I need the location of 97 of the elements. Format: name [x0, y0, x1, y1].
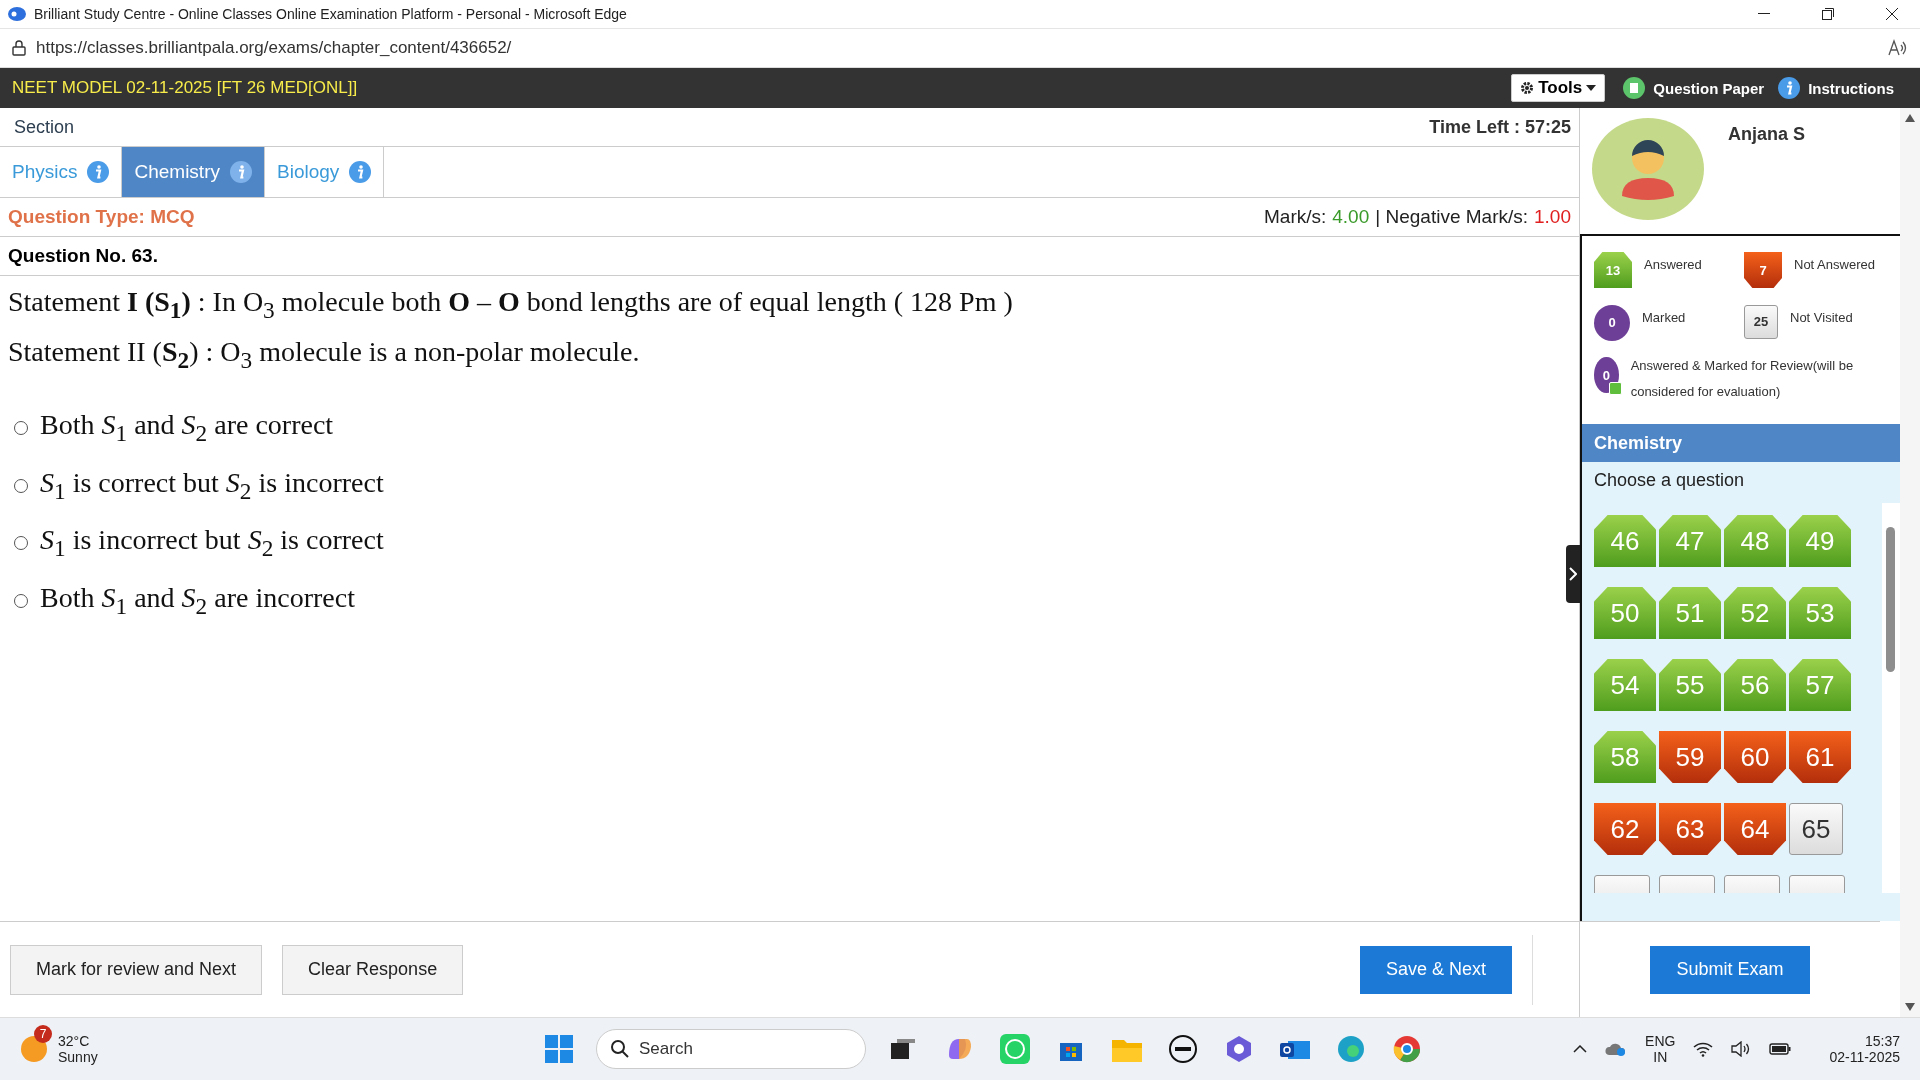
- question-button[interactable]: 65: [1789, 803, 1843, 855]
- close-icon: [1886, 8, 1898, 20]
- taskbar-search-field[interactable]: Search: [596, 1029, 866, 1069]
- status-label: Answered: [1644, 256, 1702, 274]
- question-type: Question Type: MCQ: [8, 206, 195, 228]
- question-button[interactable]: 57: [1789, 659, 1851, 711]
- question-button[interactable]: 47: [1659, 515, 1721, 567]
- address-field[interactable]: https://classes.brilliantpala.org/exams/chapter_content/436652/: [36, 38, 1878, 58]
- avatar-icon: [1592, 118, 1704, 220]
- info-icon: [1778, 77, 1801, 99]
- radio-button[interactable]: [14, 478, 28, 493]
- clear-response-button[interactable]: Clear Response: [282, 944, 464, 995]
- info-icon: [349, 161, 372, 183]
- question-button[interactable]: 62: [1594, 803, 1656, 855]
- section-label: Section: [13, 116, 75, 138]
- region-indicator[interactable]: IN: [1653, 1049, 1668, 1065]
- question-button[interactable]: 51: [1659, 587, 1721, 639]
- weather-condition: Sunny: [58, 1049, 98, 1065]
- option-text: Both S$_{1}$ and S$_{2}$ are correct: [40, 409, 334, 447]
- section-tab[interactable]: Chemistry: [122, 147, 265, 197]
- radio-button[interactable]: [14, 593, 28, 608]
- status-label: Not Visited: [1790, 308, 1853, 327]
- exam-title: NEET MODEL 02-11-2025 [FT 26 MED[ONL]]: [12, 78, 359, 98]
- read-aloud-icon[interactable]: [1888, 39, 1908, 57]
- chevron-up-icon[interactable]: [1573, 1045, 1588, 1053]
- question-button[interactable]: 61: [1789, 731, 1851, 783]
- scrollbar[interactable]: [1882, 503, 1900, 893]
- clock-date[interactable]: 02-11-2025: [1829, 1049, 1900, 1065]
- language-indicator[interactable]: ENG: [1645, 1033, 1676, 1049]
- wifi-icon[interactable]: [1693, 1041, 1714, 1057]
- negative-marks-value: 1.00: [1534, 206, 1571, 228]
- question-statement: Statement I (S$_{1}$) : In O$_{3}$ molecule both O – O bond lengths are of equal length ( 128 Pm ): [8, 286, 1014, 324]
- status-count-badge: 0: [1594, 357, 1619, 394]
- minimize-icon: [1758, 13, 1770, 15]
- status-count-badge: 13: [1594, 252, 1632, 288]
- question-button[interactable]: 53: [1789, 587, 1851, 639]
- option-text: S$_{1}$ is incorrect but S$_{2}$ is correct: [40, 524, 384, 562]
- scroll-up-icon[interactable]: [1905, 114, 1915, 122]
- palette-section-header: Chemistry: [1582, 424, 1900, 462]
- cloud-sync-icon[interactable]: [1605, 1041, 1628, 1057]
- question-button[interactable]: 58: [1594, 731, 1656, 783]
- status-label: Not Answered: [1794, 256, 1875, 274]
- question-button[interactable]: 56: [1724, 659, 1786, 711]
- scroll-down-icon[interactable]: [1905, 1003, 1915, 1011]
- info-icon: [87, 161, 110, 183]
- battery-icon[interactable]: [1769, 1042, 1792, 1056]
- radio-button[interactable]: [14, 421, 28, 435]
- question-button[interactable]: 60: [1724, 731, 1786, 783]
- document-icon: [1623, 77, 1646, 99]
- caret-icon: [1586, 85, 1597, 91]
- collapse-panel-button[interactable]: [1566, 545, 1580, 603]
- question-button[interactable]: 50: [1594, 587, 1656, 639]
- status-count-badge: 0: [1594, 304, 1630, 341]
- instructions-link[interactable]: Instructions: [1778, 77, 1894, 99]
- candidate-name: Anjana S: [1728, 124, 1806, 146]
- page-scrollbar[interactable]: [1900, 108, 1920, 1017]
- submit-exam-button[interactable]: Submit Exam: [1650, 945, 1810, 994]
- notification-badge: 7: [34, 1025, 52, 1043]
- window-title: Brilliant Study Centre - Online Classes Online Examination Platform - Personal - Microsoft Edge: [34, 6, 628, 22]
- palette-prompt: Choose a question: [1593, 469, 1746, 492]
- question-button[interactable]: 46: [1594, 515, 1656, 567]
- search-icon: [611, 1040, 629, 1058]
- temperature: 32°C: [58, 1033, 91, 1049]
- chevron-right-icon: [1569, 567, 1577, 581]
- status-label: Marked: [1642, 308, 1686, 327]
- question-button[interactable]: 59: [1659, 731, 1721, 783]
- restore-icon: [1822, 8, 1834, 20]
- speaker-icon[interactable]: [1731, 1041, 1752, 1057]
- radio-button[interactable]: [14, 536, 28, 551]
- question-button[interactable]: 64: [1724, 803, 1786, 855]
- search-placeholder: Search: [639, 1039, 693, 1059]
- status-label: Answered & Marked for Review(will be considered for evaluation): [1630, 357, 1855, 402]
- gear-icon: [1520, 81, 1535, 95]
- status-count-badge: 7: [1744, 252, 1782, 288]
- question-paper-link[interactable]: Question Paper: [1623, 77, 1765, 99]
- question-statement: Statement II (S$_{2}$) : O$_{3}$ molecule is a non-polar molecule.: [8, 335, 641, 374]
- question-button[interactable]: 54: [1594, 659, 1656, 711]
- question-button[interactable]: 48: [1724, 515, 1786, 567]
- marks-value: 4.00: [1332, 206, 1370, 228]
- option-text: Both S$_{1}$ and S$_{2}$ are incorrect: [40, 581, 355, 620]
- negative-marks-label: | Negative Mark/s:: [1375, 206, 1528, 228]
- lock-icon: [12, 40, 26, 56]
- tools-dropdown[interactable]: Tools: [1511, 74, 1606, 102]
- question-button[interactable]: 63: [1659, 803, 1721, 855]
- question-button[interactable]: 55: [1659, 659, 1721, 711]
- browser-tab-icon: [8, 7, 26, 21]
- marks-label: Mark/s:: [1264, 206, 1327, 228]
- question-button[interactable]: 52: [1724, 587, 1786, 639]
- mark-review-button[interactable]: Mark for review and Next: [10, 944, 263, 995]
- clock-time[interactable]: 15:37: [1864, 1033, 1900, 1049]
- save-next-button[interactable]: Save & Next: [1359, 945, 1512, 994]
- info-icon: [230, 161, 252, 183]
- status-count-badge: 25: [1744, 304, 1778, 339]
- question-button[interactable]: 49: [1789, 515, 1851, 567]
- question-number: Question No. 63.: [8, 245, 158, 267]
- option-text: S$_{1}$ is correct but S$_{2}$ is incorrect: [40, 466, 384, 505]
- time-left: Time Left : 57:25: [1429, 116, 1571, 138]
